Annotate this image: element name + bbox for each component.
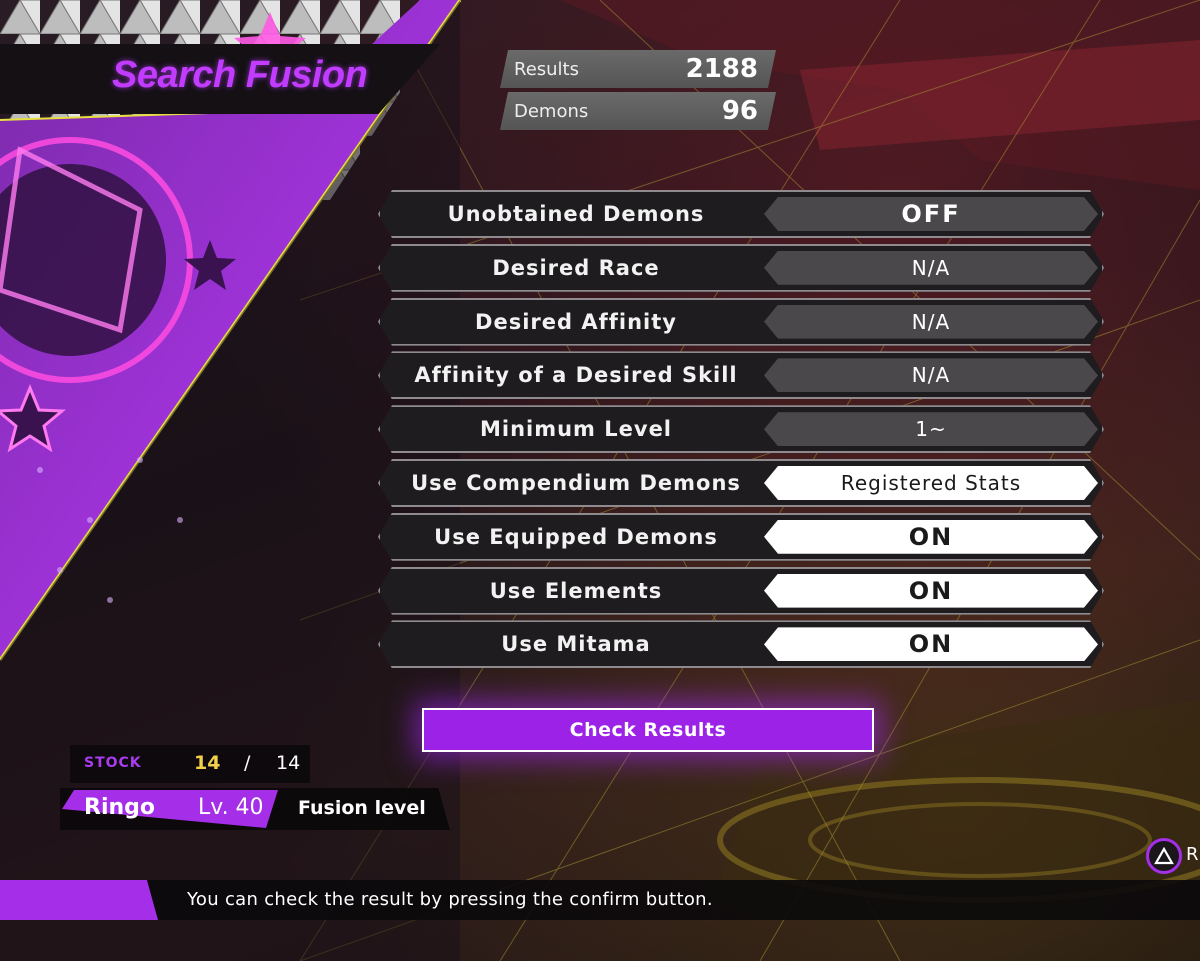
setting-label: Use Equipped Demons bbox=[434, 524, 718, 549]
triangle-button-icon[interactable] bbox=[1146, 838, 1182, 874]
setting-label: Use Compendium Demons bbox=[411, 470, 741, 495]
setting-desired-skill-affinity[interactable]: Affinity of a Desired Skill N/A bbox=[378, 351, 1104, 399]
character-level: Lv. 40 bbox=[198, 795, 264, 820]
results-label: Results bbox=[514, 58, 579, 80]
setting-value: 1~ bbox=[764, 412, 1098, 446]
help-message: You can check the result by pressing the… bbox=[187, 889, 713, 910]
setting-use-equipped-demons[interactable]: Use Equipped Demons ON bbox=[378, 513, 1104, 561]
setting-label: Minimum Level bbox=[479, 417, 673, 442]
page-title: Search Fusion bbox=[112, 54, 368, 96]
demons-label: Demons bbox=[514, 100, 589, 122]
setting-value: ON bbox=[764, 627, 1098, 661]
setting-label: Use Mitama bbox=[501, 632, 651, 657]
stock-max: 14 bbox=[276, 752, 301, 774]
setting-value: N/A bbox=[764, 305, 1098, 339]
demons-count: Demons 96 bbox=[500, 92, 776, 130]
setting-desired-race[interactable]: Desired Race N/A bbox=[378, 244, 1104, 292]
setting-label: Desired Race bbox=[492, 255, 660, 280]
search-settings-list: Unobtained Demons OFF Desired Race N/A D… bbox=[378, 190, 1104, 674]
triangle-button-label: R bbox=[1186, 844, 1199, 865]
setting-value: ON bbox=[764, 574, 1098, 608]
triangle-icon bbox=[1154, 847, 1174, 865]
setting-label: Desired Affinity bbox=[475, 309, 677, 334]
stock-label: STOCK bbox=[84, 755, 142, 771]
setting-label: Unobtained Demons bbox=[447, 202, 705, 226]
setting-use-mitama[interactable]: Use Mitama ON bbox=[378, 620, 1104, 668]
results-count: Results 2188 bbox=[500, 50, 776, 88]
setting-value: ON bbox=[764, 520, 1098, 554]
setting-label: Use Elements bbox=[489, 578, 663, 603]
check-results-button[interactable]: Check Results bbox=[422, 708, 874, 752]
fusion-level-label: Fusion level bbox=[298, 797, 426, 819]
setting-value: OFF bbox=[764, 197, 1098, 231]
setting-minimum-level[interactable]: Minimum Level 1~ bbox=[378, 405, 1104, 453]
setting-value: N/A bbox=[764, 251, 1098, 285]
stock-separator: / bbox=[244, 752, 251, 774]
message-accent bbox=[0, 880, 158, 920]
stock-current: 14 bbox=[194, 752, 221, 774]
setting-desired-affinity[interactable]: Desired Affinity N/A bbox=[378, 298, 1104, 346]
setting-label: Affinity of a Desired Skill bbox=[414, 363, 738, 388]
setting-value: N/A bbox=[764, 358, 1098, 392]
setting-unobtained-demons[interactable]: Unobtained Demons OFF bbox=[378, 190, 1104, 238]
setting-use-compendium-demons[interactable]: Use Compendium Demons Registered Stats bbox=[378, 459, 1104, 507]
results-value: 2188 bbox=[685, 54, 758, 84]
character-name: Ringo bbox=[84, 795, 156, 820]
setting-use-elements[interactable]: Use Elements ON bbox=[378, 567, 1104, 615]
demons-value: 96 bbox=[721, 96, 758, 126]
setting-value: Registered Stats bbox=[764, 466, 1098, 500]
